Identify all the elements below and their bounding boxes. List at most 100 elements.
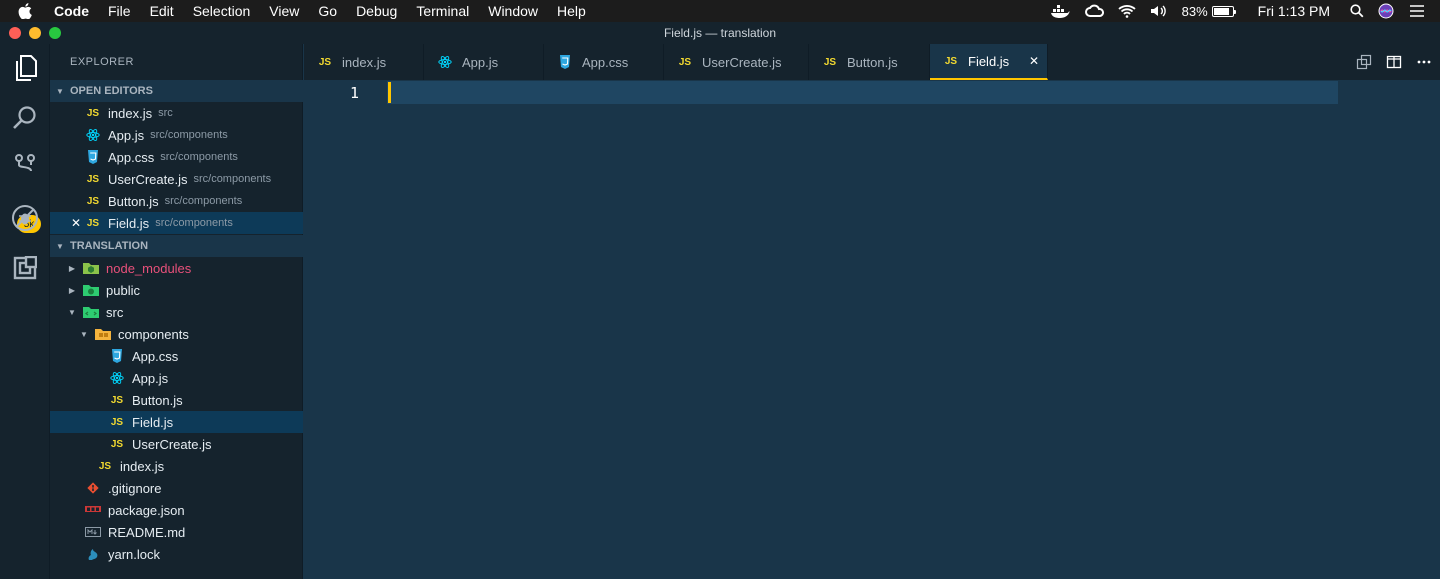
tree-file[interactable]: App.js [50, 367, 303, 389]
window-controls [9, 27, 69, 39]
tree-folder[interactable]: ▶ node_modules [50, 257, 303, 279]
js-file-icon: JS [86, 173, 100, 185]
open-editor-item-active[interactable]: ✕ JS Field.js src/components [50, 212, 303, 234]
tree-file[interactable]: package.json [50, 499, 303, 521]
menu-window[interactable]: Window [488, 3, 538, 19]
menu-go[interactable]: Go [318, 3, 337, 19]
apple-icon[interactable] [18, 3, 38, 19]
explorer-activity[interactable] [0, 50, 50, 90]
open-editor-filename: UserCreate.js [108, 171, 188, 187]
project-header[interactable]: ▼ TRANSLATION [50, 235, 303, 257]
tree-item-label: Button.js [132, 392, 183, 408]
minimize-window-button[interactable] [29, 27, 41, 39]
menu-view[interactable]: View [269, 3, 299, 19]
tab-label: Button.js [847, 54, 898, 70]
tab-button-js[interactable]: JS Button.js [809, 44, 930, 80]
wifi-icon[interactable] [1118, 4, 1136, 18]
battery-icon [1211, 5, 1236, 17]
spotlight-search-icon[interactable] [1350, 4, 1364, 18]
source-control-activity[interactable] [0, 148, 50, 188]
open-editor-filename: index.js [108, 105, 153, 121]
tree-file[interactable]: JS Button.js [50, 389, 303, 411]
line-number: 1 [350, 84, 360, 102]
tree-folder-open[interactable]: ▼ components [50, 323, 303, 345]
open-editor-item[interactable]: JS UserCreate.js src/components [50, 168, 303, 190]
search-activity[interactable] [0, 100, 50, 140]
tree-item-label: UserCreate.js [132, 436, 212, 452]
open-editor-path: src [158, 107, 173, 119]
debug-activity[interactable] [0, 200, 50, 240]
tab-field-js[interactable]: JS Field.js ✕ [930, 44, 1048, 80]
open-editor-path: src/components [164, 195, 243, 207]
zoom-window-button[interactable] [49, 27, 61, 39]
tab-label: App.js [462, 54, 499, 70]
tree-file[interactable]: README.md [50, 521, 303, 543]
activity-bar: 5k [0, 44, 50, 579]
css-file-icon [556, 55, 574, 69]
open-changes-icon[interactable] [1356, 54, 1372, 70]
open-editor-filename: Field.js [108, 215, 150, 231]
public-folder-icon [82, 283, 100, 297]
window-title: Field.js — translation [663, 26, 777, 40]
creative-cloud-icon[interactable] [1084, 4, 1104, 18]
chevron-right-icon: ▶ [68, 285, 76, 295]
siri-icon[interactable] [1378, 3, 1394, 19]
open-editor-item[interactable]: App.js src/components [50, 124, 303, 146]
search-icon [12, 105, 38, 136]
tree-file[interactable]: .gitignore [50, 477, 303, 499]
open-editor-item[interactable]: JS Button.js src/components [50, 190, 303, 212]
components-folder-icon [94, 327, 112, 341]
menu-selection[interactable]: Selection [193, 3, 251, 19]
tree-file[interactable]: JS index.js [50, 455, 303, 477]
tree-folder-open[interactable]: ▼ src [50, 301, 303, 323]
js-file-icon: JS [86, 195, 100, 207]
tree-file-selected[interactable]: JS Field.js [50, 411, 303, 433]
chevron-right-icon: ▶ [68, 263, 76, 273]
tab-app-js[interactable]: App.js [424, 44, 544, 80]
explorer-title: EXPLORER [70, 56, 134, 68]
menu-terminal[interactable]: Terminal [416, 3, 469, 19]
tree-item-label: .gitignore [108, 480, 162, 496]
tab-label: index.js [342, 54, 387, 70]
js-file-icon: JS [944, 55, 958, 67]
tab-app-css[interactable]: App.css [544, 44, 664, 80]
open-editor-item[interactable]: JS index.js src [50, 102, 303, 124]
open-editor-path: src/components [160, 151, 238, 163]
battery-status[interactable]: 83% [1182, 4, 1236, 19]
open-editor-path: src/components [150, 129, 228, 141]
tab-usercreate-js[interactable]: JS UserCreate.js [664, 44, 809, 80]
open-editors-header[interactable]: ▼ OPEN EDITORS [50, 80, 303, 102]
volume-icon[interactable] [1150, 4, 1168, 18]
split-editor-icon[interactable] [1386, 54, 1402, 70]
tree-item-label: README.md [108, 524, 186, 540]
chevron-down-icon: ▼ [80, 329, 88, 339]
more-actions-icon[interactable] [1416, 54, 1432, 70]
tab-label: App.css [582, 54, 629, 70]
tree-folder[interactable]: ▶ public [50, 279, 303, 301]
tab-close-icon[interactable]: ✕ [1029, 54, 1039, 68]
code-editor[interactable]: 1 [304, 80, 1440, 579]
tree-item-label: node_modules [106, 260, 192, 276]
menu-debug[interactable]: Debug [356, 3, 397, 19]
menu-file[interactable]: File [108, 3, 131, 19]
tab-index-js[interactable]: JS index.js [304, 44, 424, 80]
js-file-icon: JS [86, 217, 100, 229]
tree-file[interactable]: JS UserCreate.js [50, 433, 303, 455]
close-window-button[interactable] [9, 27, 21, 39]
menu-app-name[interactable]: Code [54, 3, 89, 19]
extensions-activity[interactable] [0, 250, 50, 290]
js-file-icon: JS [86, 107, 100, 119]
open-editor-item[interactable]: App.css src/components [50, 146, 303, 168]
notification-center-icon[interactable] [1408, 4, 1426, 18]
tree-file[interactable]: App.css [50, 345, 303, 367]
js-file-icon: JS [110, 394, 124, 406]
tab-label: Field.js [968, 53, 1010, 69]
menu-help[interactable]: Help [557, 3, 586, 19]
clock[interactable]: Fri 1:13 PM [1258, 3, 1330, 19]
menu-edit[interactable]: Edit [150, 3, 174, 19]
editor-actions [1342, 44, 1432, 80]
docker-icon[interactable] [1050, 4, 1070, 18]
tree-file[interactable]: yarn.lock [50, 543, 303, 565]
extensions-icon [13, 255, 38, 285]
close-icon[interactable]: ✕ [68, 216, 84, 230]
